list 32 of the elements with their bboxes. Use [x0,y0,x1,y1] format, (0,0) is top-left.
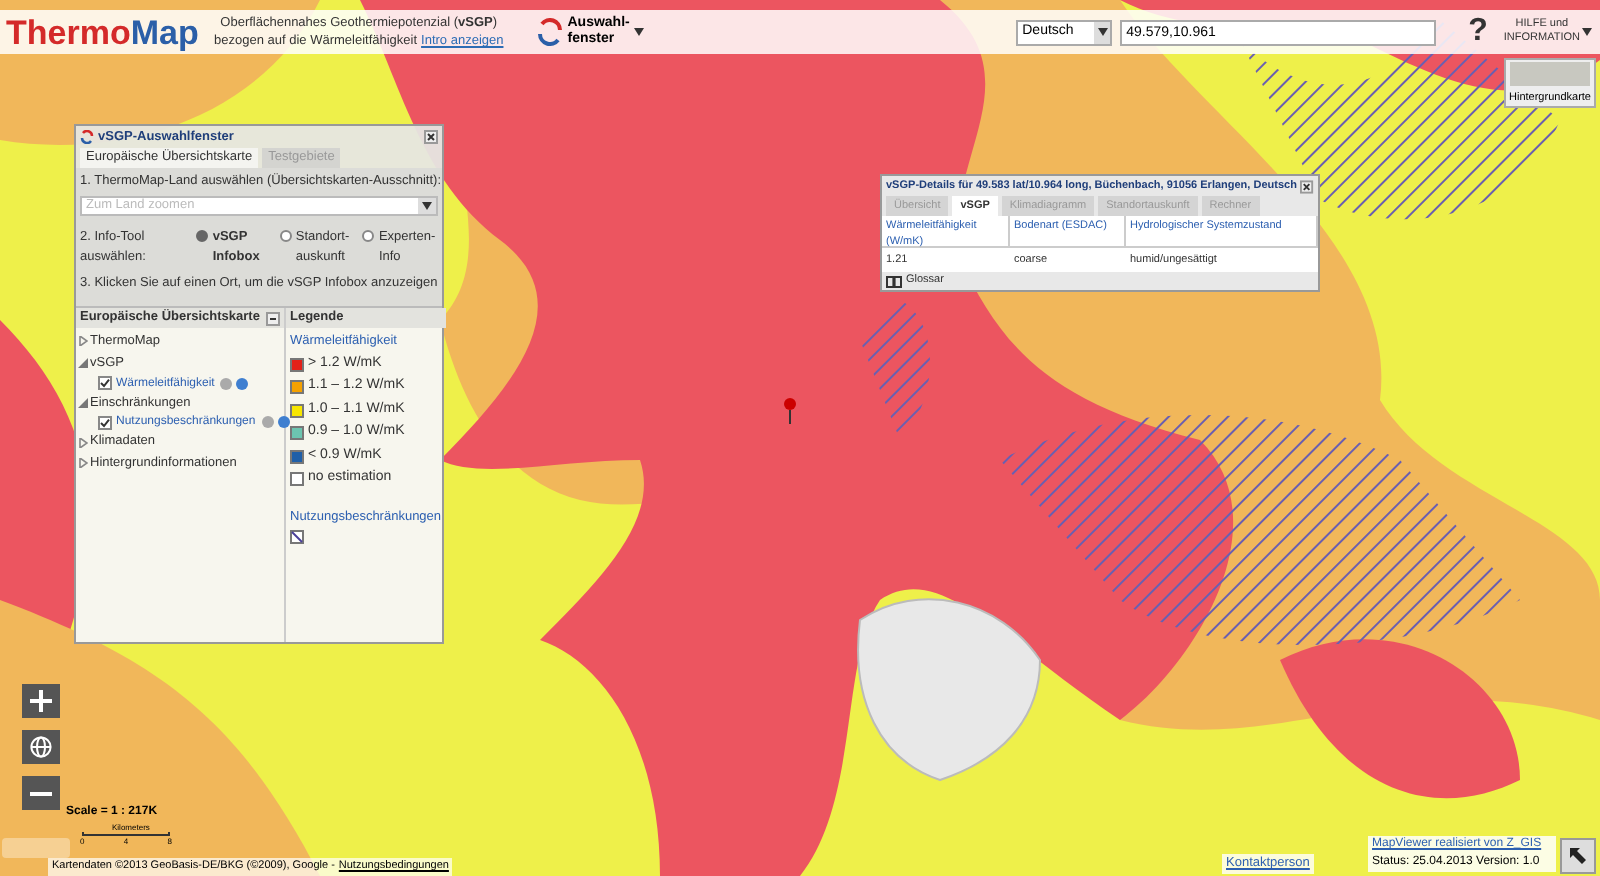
collapsed-triangle-icon[interactable] [78,458,88,469]
book-icon [886,275,902,287]
caret-icon [1097,28,1108,36]
collapsed-triangle-icon[interactable] [78,336,88,347]
refresh-icon [80,130,94,144]
zoom-out-button[interactable] [22,776,60,810]
hatch-swatch-icon [290,529,304,543]
collapse-icon[interactable] [266,311,280,325]
logo-text: Thermo [6,15,131,49]
checkbox[interactable] [98,376,112,390]
globe-button[interactable] [22,730,60,764]
close-icon[interactable] [1300,179,1314,193]
collapsed-triangle-icon[interactable] [78,437,88,448]
caret-icon [633,28,644,36]
logo-text: Map [130,15,199,49]
globe-icon [30,736,52,758]
caret-icon [422,201,432,210]
arrow-button[interactable] [1560,838,1596,874]
scale-bar [82,832,170,836]
arrow-icon [1568,846,1588,866]
caret-icon [1582,28,1592,36]
plus-icon [30,690,52,712]
expanded-triangle-icon[interactable] [78,397,88,408]
checkbox[interactable] [98,415,112,430]
minus-icon [30,791,52,795]
zoom-in-button[interactable] [22,684,60,718]
map-pin-icon [782,396,798,424]
expanded-triangle-icon[interactable] [78,358,88,369]
refresh-icon [535,18,564,46]
basemap-thumbnail [1510,62,1590,86]
close-icon[interactable] [424,130,438,144]
help-icon[interactable]: ? [1468,16,1488,48]
